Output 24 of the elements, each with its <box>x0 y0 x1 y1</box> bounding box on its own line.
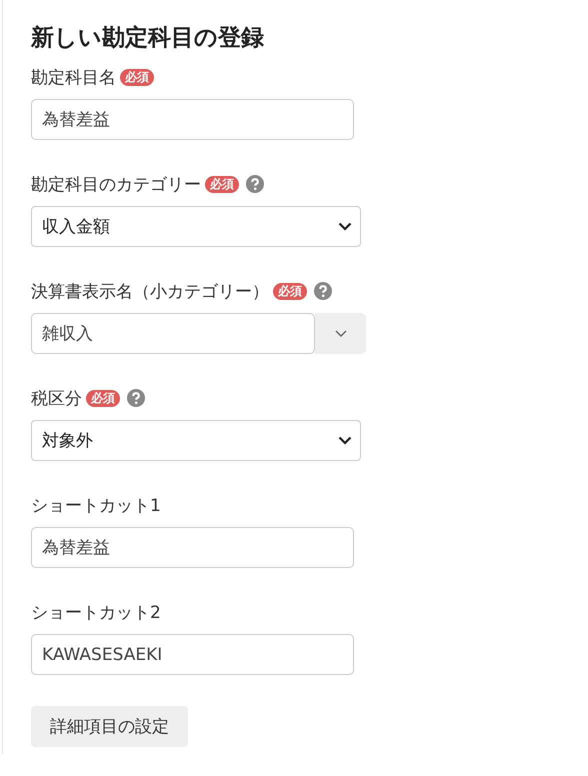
required-badge: 必須 <box>205 176 239 192</box>
chevron-down-icon <box>338 222 352 231</box>
detail-settings-button[interactable]: 詳細項目の設定 <box>31 706 188 747</box>
field-label: 勘定科目名 <box>31 66 116 88</box>
help-icon[interactable] <box>127 389 145 407</box>
select-dropdown[interactable]: 対象外 <box>31 420 361 461</box>
field-label: 決算書表示名（小カテゴリー） <box>31 280 269 302</box>
field-label: ショートカット2 <box>31 602 161 624</box>
select-dropdown[interactable]: 収入金額 <box>31 206 361 247</box>
combo-field[interactable]: 雑収入 <box>31 313 315 354</box>
field-label: 勘定科目のカテゴリー <box>31 174 201 196</box>
chevron-down-icon <box>334 330 346 337</box>
required-badge: 必須 <box>86 390 120 406</box>
text-field[interactable]: KAWASESAEKI <box>31 634 354 675</box>
form-title: 新しい勘定科目の登録 <box>31 24 265 53</box>
field-label: ショートカット1 <box>31 494 161 516</box>
help-icon[interactable] <box>246 175 264 193</box>
text-field[interactable]: 為替差益 <box>31 527 354 568</box>
text-field[interactable]: 為替差益 <box>31 99 354 140</box>
help-icon[interactable] <box>314 282 332 300</box>
field-label: 税区分 <box>31 388 82 410</box>
required-badge: 必須 <box>120 68 154 86</box>
required-badge: 必須 <box>273 282 307 300</box>
chevron-down-icon <box>338 436 352 445</box>
